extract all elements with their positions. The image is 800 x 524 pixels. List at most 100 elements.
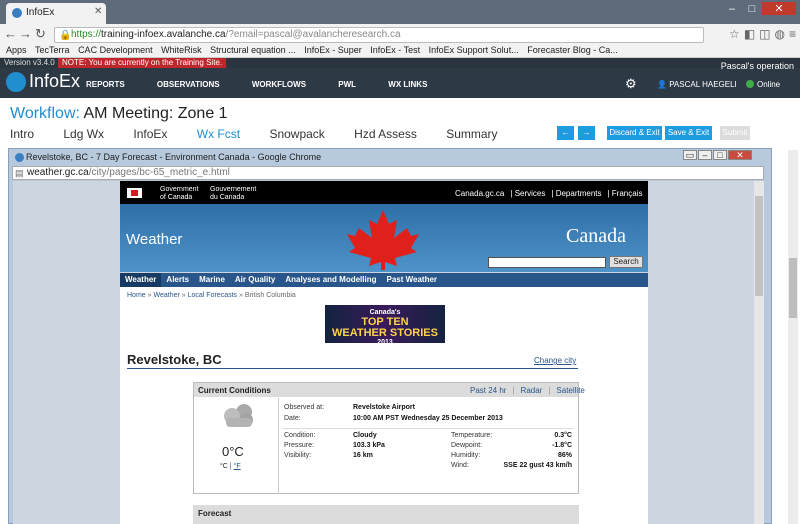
popup-url[interactable]: ▤ weather.gc.ca/city/pages/bc-65_metric_e… xyxy=(12,166,764,180)
url-scheme: https:// xyxy=(71,29,102,40)
gov-fr: Gouvernement du Canada xyxy=(210,186,257,201)
prev-button[interactable]: ← xyxy=(557,126,574,140)
nav-air-quality[interactable]: Air Quality xyxy=(230,273,280,287)
bookmark[interactable]: CAC Development xyxy=(78,45,153,55)
back-arrow-icon[interactable]: ← xyxy=(4,26,17,41)
condition-value: Cloudy xyxy=(353,432,377,439)
forward-arrow-icon[interactable]: → xyxy=(19,26,32,41)
url-field[interactable]: 🔒 https://training-infoex.avalanche.ca/?… xyxy=(54,27,704,43)
tab-wx-fcst[interactable]: Wx Fcst xyxy=(197,127,240,141)
reload-icon[interactable]: ↻ xyxy=(35,26,46,42)
popup-url-domain: weather.gc.ca xyxy=(27,167,89,178)
page-title: Workflow: AM Meeting: Zone 1 xyxy=(10,105,228,123)
workflow-label: Workflow: xyxy=(10,105,80,122)
user-icon: 👤 xyxy=(657,80,670,89)
tab-snowpack[interactable]: Snowpack xyxy=(269,127,324,141)
discard-exit-button[interactable]: Discard & Exit xyxy=(607,126,662,140)
menu-workflows[interactable]: WORKFLOWS xyxy=(252,80,306,89)
workflow-tabs: Intro Ldg Wx InfoEx Wx Fcst Snowpack Hzd… xyxy=(10,127,524,141)
page-scrollbar[interactable] xyxy=(788,150,798,524)
nav-analyses[interactable]: Analyses and Modelling xyxy=(280,273,381,287)
submit-button[interactable]: Submit xyxy=(720,126,750,140)
url-rest: /?email=pascal@avalancheresearch.ca xyxy=(225,29,401,40)
menu-reports[interactable]: REPORTS xyxy=(86,80,125,89)
gc-links: Canada.gc.ca | Services | Departments | Fra… xyxy=(455,189,643,198)
conditions-title: Current Conditions xyxy=(198,386,271,395)
url-host: training-infoex.avalanche.ca xyxy=(101,29,226,40)
tab-summary[interactable]: Summary xyxy=(446,127,497,141)
bookmark[interactable]: Apps xyxy=(6,45,27,55)
menu-observations[interactable]: OBSERVATIONS xyxy=(157,80,220,89)
site-search-input[interactable] xyxy=(488,257,606,268)
nav-past-weather[interactable]: Past Weather xyxy=(382,273,443,287)
gov-en: Government of Canada xyxy=(160,186,199,201)
link-past-24[interactable]: Past 24 hr xyxy=(470,386,506,395)
tab-hzd-assess[interactable]: Hzd Assess xyxy=(354,127,417,141)
weather-title: Weather xyxy=(126,231,183,248)
gc-nav: Weather Alerts Marine Air Quality Analyses a… xyxy=(120,273,648,287)
bookmarks-bar: Apps TecTerra CAC Development WhiteRisk … xyxy=(0,44,800,58)
extension-icon[interactable]: ◍ xyxy=(775,27,785,41)
unit-celsius[interactable]: °C xyxy=(220,463,228,470)
star-icon[interactable]: ☆ xyxy=(729,27,740,41)
bookmark[interactable]: Structural equation ... xyxy=(210,45,296,55)
extension-icon[interactable]: ◫ xyxy=(759,27,770,41)
search-button[interactable]: Search xyxy=(609,256,643,268)
link-radar[interactable]: Radar xyxy=(521,386,543,395)
minimize-icon[interactable]: – xyxy=(722,3,742,15)
crumb-local[interactable]: Local Forecasts xyxy=(188,292,237,299)
bookmark[interactable]: InfoEx Support Solut... xyxy=(429,45,519,55)
link-departments[interactable]: Departments xyxy=(556,189,602,198)
infoex-logo[interactable]: InfoEx xyxy=(6,71,81,93)
bookmark[interactable]: Forecaster Blog - Ca... xyxy=(527,45,618,55)
bookmark[interactable]: TecTerra xyxy=(35,45,70,55)
bookmark[interactable]: WhiteRisk xyxy=(161,45,202,55)
online-status: Online xyxy=(746,80,780,89)
maple-leaf-icon xyxy=(347,210,419,270)
popup-minimize-icon[interactable]: – xyxy=(698,150,712,160)
user-menu[interactable]: 👤 PASCAL HAEGELI xyxy=(657,80,737,89)
nav-marine[interactable]: Marine xyxy=(194,273,230,287)
page-scroll-thumb[interactable] xyxy=(789,258,797,318)
canada-wordmark: Canada xyxy=(566,225,626,247)
link-francais[interactable]: Français xyxy=(612,189,643,198)
browser-tab[interactable]: InfoEx ✕ xyxy=(6,3,106,24)
nav-alerts[interactable]: Alerts xyxy=(161,273,194,287)
city-title: Revelstoke, BC xyxy=(127,352,222,367)
crumb-weather[interactable]: Weather xyxy=(153,292,179,299)
nav-weather[interactable]: Weather xyxy=(120,273,162,287)
link-canada-gc[interactable]: Canada.gc.ca xyxy=(455,189,504,198)
popup-maximize-icon[interactable]: □ xyxy=(713,150,727,160)
menu-pwl[interactable]: PWL xyxy=(338,80,356,89)
crumb-home[interactable]: Home xyxy=(127,292,146,299)
menu-icon[interactable]: ≡ xyxy=(789,27,796,41)
link-services[interactable]: Services xyxy=(515,189,546,198)
logo-text: InfoEx xyxy=(29,71,81,91)
operation-label: Pascal's operation xyxy=(720,61,794,71)
tab-close-icon[interactable]: ✕ xyxy=(94,6,102,17)
popup-scroll-thumb[interactable] xyxy=(755,196,763,296)
details-divider xyxy=(282,428,574,429)
tab-ldg-wx[interactable]: Ldg Wx xyxy=(63,127,104,141)
bookmark[interactable]: InfoEx - Test xyxy=(370,45,420,55)
next-button[interactable]: → xyxy=(578,126,595,140)
popup-restore-icon[interactable]: ▭ xyxy=(683,150,697,160)
tab-infoex[interactable]: InfoEx xyxy=(133,127,167,141)
user-name: PASCAL HAEGELI xyxy=(669,80,737,89)
menu-wx-links[interactable]: WX LINKS xyxy=(388,80,427,89)
extension-icon[interactable]: ◧ xyxy=(744,27,755,41)
popup-close-icon[interactable]: ✕ xyxy=(728,150,752,160)
change-city-link[interactable]: Change city xyxy=(534,356,576,365)
top-ten-banner[interactable]: Canada's TOP TEN WEATHER STORIES 2013 xyxy=(325,305,445,346)
gear-icon[interactable]: ⚙ xyxy=(625,76,637,92)
maximize-icon[interactable]: □ xyxy=(742,3,762,15)
link-satellite[interactable]: Satellite xyxy=(556,386,584,395)
dewpoint-value: -1.8°C xyxy=(552,442,572,449)
save-exit-button[interactable]: Save & Exit xyxy=(665,126,712,140)
tab-intro[interactable]: Intro xyxy=(10,127,34,141)
observed-value: Revelstoke Airport xyxy=(353,404,415,411)
unit-fahrenheit[interactable]: °F xyxy=(234,463,241,470)
close-window-icon[interactable]: ✕ xyxy=(762,2,796,15)
bookmark[interactable]: InfoEx - Super xyxy=(304,45,362,55)
popup-title: Revelstoke, BC - 7 Day Forecast - Enviro… xyxy=(26,152,322,162)
